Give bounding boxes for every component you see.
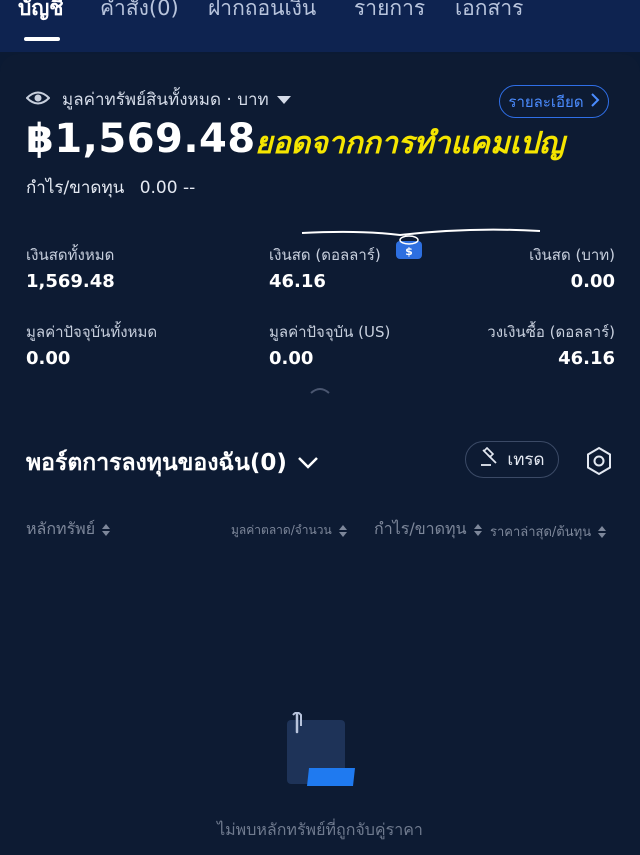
svg-text:$: $ [405,245,413,258]
tab-transactions[interactable]: รายการ [354,0,425,25]
col-security[interactable]: หลักทรัพย์ [26,517,111,542]
empty-state-message: ไม่พบหลักทรัพย์ที่ถูกจับคู่ราคา [217,820,423,839]
tab-account[interactable]: บัญชี [18,0,63,25]
active-tab-indicator [24,37,60,41]
sort-icon [102,523,111,536]
total-current-value: 0.00 [26,348,71,369]
pnl-label: กำไร/ขาดทุน [26,178,125,198]
sort-icon [338,524,347,537]
overlay-annotation: ยอดจากการทำแคมเปญ [255,126,565,161]
gavel-icon [479,446,499,472]
details-button[interactable]: รายละเอียด [499,85,609,118]
cash-usd-label: เงินสด (ดอลลาร์) [269,246,381,264]
eye-icon[interactable] [25,90,51,110]
chevron-right-icon [590,92,600,111]
col-security-label: หลักทรัพย์ [26,519,96,538]
total-cash-value: 1,569.48 [26,271,115,292]
settings-hex-icon[interactable] [584,446,614,476]
details-button-label: รายละเอียด [508,92,584,111]
trade-button-label: เทรด [507,450,545,470]
top-tab-bar: บัญชี คำสั่ง(0) ฝากถอนเงิน รายการ เอกสาร [0,0,640,52]
tab-deposit-withdraw[interactable]: ฝากถอนเงิน [208,0,316,25]
total-cash-label: เงินสดทั้งหมด [26,246,115,264]
trade-button[interactable]: เทรด [465,441,559,478]
col-market-value-label: มูลค่าตลาด/จำนวน [231,523,332,537]
empty-document-icon [287,712,355,786]
col-pnl-label: กำไร/ขาดทุน [374,519,467,538]
tab-orders[interactable]: คำสั่ง(0) [100,0,179,25]
col-pnl[interactable]: กำไร/ขาดทุน [374,517,483,542]
currency-dropdown-icon[interactable] [276,95,291,104]
chevron-down-icon [297,450,319,476]
total-asset-label: มูลค่าทรัพย์สินทั้งหมด · บาท [62,90,269,110]
cash-thb-value: 0.00 [570,271,615,292]
col-price[interactable]: ราคาล่าสุด/ต้นทุน [490,521,607,542]
pnl-value: 0.00 -- [139,178,196,198]
current-value-us: 0.00 [269,348,314,369]
pnl-row: กำไร/ขาดทุน 0.00 -- [26,174,195,201]
tab-documents[interactable]: เอกสาร [455,0,523,25]
cash-usd-value: 46.16 [269,271,326,292]
sort-icon [473,523,482,536]
cash-thb-label: เงินสด (บาท) [529,246,615,264]
total-current-value-label: มูลค่าปัจจุบันทั้งหมด [26,323,158,341]
col-market-value[interactable]: มูลค่าตลาด/จำนวน [231,521,348,540]
asset-label-row[interactable]: มูลค่าทรัพย์สินทั้งหมด · บาท [25,86,291,113]
buying-power-value: 46.16 [558,348,615,369]
col-price-label: ราคาล่าสุด/ต้นทุน [490,525,592,540]
portfolio-title[interactable]: พอร์ตการลงทุนของฉัน(0) [26,445,319,481]
buying-power-label: วงเงินซื้อ (ดอลลาร์) [487,323,615,341]
total-balance: ฿1,569.48 [26,116,256,162]
portfolio-title-text: พอร์ตการลงทุนของฉัน(0) [26,450,287,476]
collapse-handle-icon[interactable] [309,386,331,394]
sort-icon [598,525,607,538]
current-value-us-label: มูลค่าปัจจุบัน (US) [269,323,391,341]
